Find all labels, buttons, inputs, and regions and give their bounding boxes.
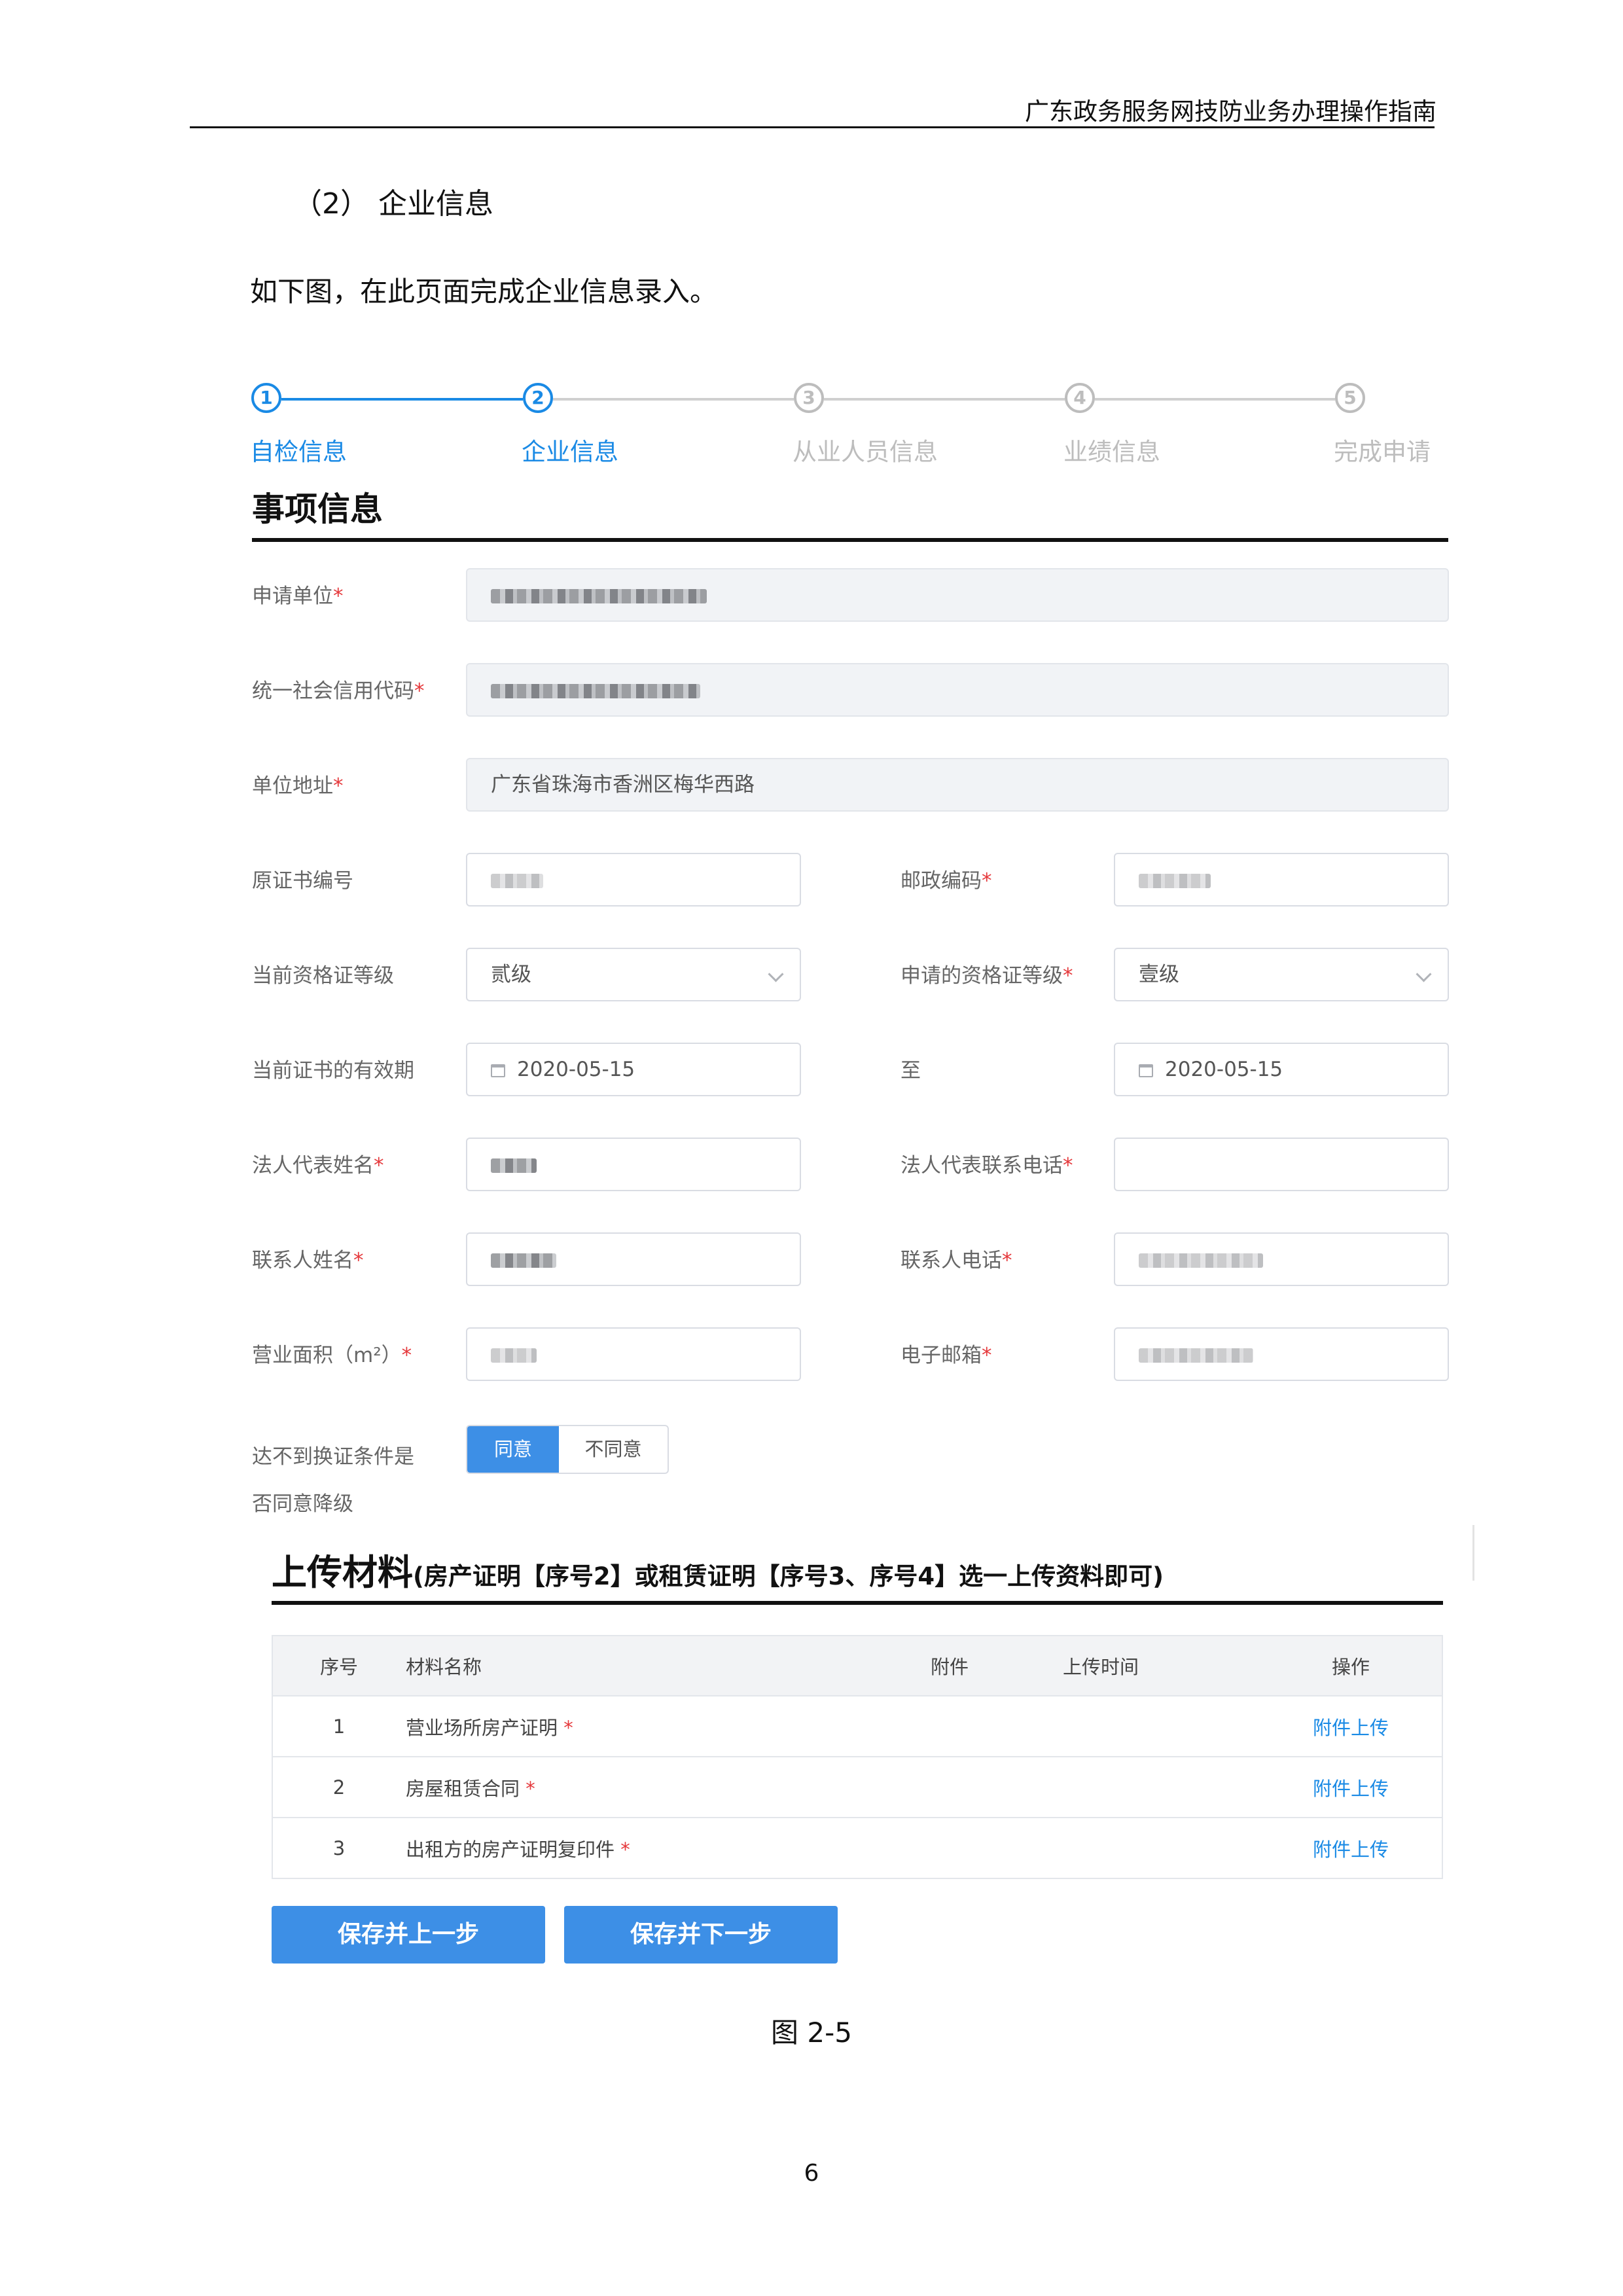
postal-code-label: 邮政编码* xyxy=(901,869,992,893)
credit-code-input[interactable] xyxy=(466,663,1449,717)
validity-start-date-input[interactable]: 2020-05-15 xyxy=(466,1043,801,1096)
validity-end-value: 2020-05-15 xyxy=(1165,1058,1283,1081)
calendar-icon xyxy=(491,1064,505,1077)
row-number: 1 xyxy=(332,1715,346,1738)
upload-section-divider xyxy=(272,1601,1443,1605)
material-name: 出租方的房产证明复印件 * xyxy=(406,1838,630,1861)
column-header-attachment: 附件 xyxy=(931,1656,969,1678)
email-input[interactable] xyxy=(1114,1327,1449,1381)
current-level-select[interactable]: 贰级 xyxy=(466,948,801,1001)
upload-time-cell xyxy=(1062,1696,1260,1757)
upload-attachment-link[interactable]: 附件上传 xyxy=(1313,1717,1389,1739)
step-5-circle: 5 xyxy=(1335,383,1365,413)
attachment-cell xyxy=(930,1818,1062,1878)
table-header-row: 序号 材料名称 附件 上传时间 操作 xyxy=(272,1636,1442,1696)
table-row: 2 房屋租赁合同 * 附件上传 xyxy=(272,1757,1442,1818)
save-and-next-button[interactable]: 保存并下一步 xyxy=(564,1906,838,1964)
legal-rep-phone-label: 法人代表联系电话* xyxy=(901,1154,1073,1177)
attachment-cell xyxy=(930,1696,1062,1757)
business-area-label: 营业面积（m²）* xyxy=(252,1344,412,1367)
applicant-unit-input[interactable] xyxy=(466,568,1449,622)
step-connector-4 xyxy=(1095,398,1335,401)
validity-to-label: 至 xyxy=(901,1059,921,1083)
step-1-circle: 1 xyxy=(251,383,281,413)
step-2-label: 企业信息 xyxy=(522,438,618,466)
header-divider xyxy=(190,126,1435,128)
materials-table: 序号 材料名称 附件 上传时间 操作 1 营业场所房产证明 * 附件上传 2 房… xyxy=(272,1635,1443,1879)
upload-attachment-link[interactable]: 附件上传 xyxy=(1313,1778,1389,1800)
step-1-label: 自检信息 xyxy=(250,438,347,466)
contact-phone-label: 联系人电话* xyxy=(901,1249,1012,1272)
applied-level-value: 壹级 xyxy=(1139,963,1179,986)
step-3-circle: 3 xyxy=(794,383,824,413)
step-connector-3 xyxy=(824,398,1065,401)
step-connector-1 xyxy=(281,398,523,401)
document-header: 广东政务服务网技防业务办理操作指南 xyxy=(1025,98,1436,126)
chevron-down-icon xyxy=(768,966,784,982)
column-header-name: 材料名称 xyxy=(406,1656,482,1678)
side-divider xyxy=(1472,1525,1474,1581)
chevron-down-icon xyxy=(1416,966,1432,982)
credit-code-label: 统一社会信用代码* xyxy=(252,679,425,703)
figure-caption: 图 2-5 xyxy=(771,2017,852,2049)
step-4-circle: 4 xyxy=(1065,383,1095,413)
row-number: 3 xyxy=(332,1837,346,1859)
form-section-divider xyxy=(252,538,1448,542)
row-number: 2 xyxy=(332,1776,346,1799)
applied-level-select[interactable]: 壹级 xyxy=(1114,948,1449,1001)
step-connector-2 xyxy=(553,398,794,401)
address-label: 单位地址* xyxy=(252,774,344,798)
step-4-label: 业绩信息 xyxy=(1063,438,1160,466)
table-row: 3 出租方的房产证明复印件 * 附件上传 xyxy=(272,1818,1442,1878)
form-section-title: 事项信息 xyxy=(252,490,383,528)
downgrade-label: 达不到换证条件是 否同意降级 xyxy=(252,1445,414,1516)
address-input[interactable]: 广东省珠海市香洲区梅华西路 xyxy=(466,758,1449,812)
attachment-cell xyxy=(930,1757,1062,1818)
save-and-prev-button[interactable]: 保存并上一步 xyxy=(272,1906,545,1964)
disagree-option[interactable]: 不同意 xyxy=(559,1426,668,1473)
address-value: 广东省珠海市香洲区梅华西路 xyxy=(491,773,755,797)
contact-name-label: 联系人姓名* xyxy=(252,1249,364,1272)
email-label: 电子邮箱* xyxy=(901,1344,992,1367)
agree-option[interactable]: 同意 xyxy=(467,1426,559,1473)
material-name: 营业场所房产证明 * xyxy=(406,1716,573,1739)
material-name: 房屋租赁合同 * xyxy=(406,1777,535,1800)
upload-attachment-link[interactable]: 附件上传 xyxy=(1313,1839,1389,1861)
column-header-no: 序号 xyxy=(319,1656,358,1678)
page-number: 6 xyxy=(804,2160,819,2187)
contact-phone-input[interactable] xyxy=(1114,1232,1449,1286)
legal-rep-phone-input[interactable] xyxy=(1114,1138,1449,1191)
calendar-icon xyxy=(1139,1064,1153,1077)
current-level-value: 贰级 xyxy=(491,963,531,986)
upload-section-title: 上传材料(房产证明【序号2】或租赁证明【序号3、序号4】选一上传资料即可) xyxy=(272,1552,1164,1593)
section-heading: （2） 企业信息 xyxy=(293,187,493,221)
upload-time-cell xyxy=(1062,1818,1260,1878)
legal-rep-name-label: 法人代表姓名* xyxy=(252,1154,384,1177)
orig-cert-no-label: 原证书编号 xyxy=(252,869,353,893)
validity-start-value: 2020-05-15 xyxy=(517,1058,635,1081)
column-header-upload-time: 上传时间 xyxy=(1063,1656,1139,1678)
upload-time-cell xyxy=(1062,1757,1260,1818)
orig-cert-no-input[interactable] xyxy=(466,853,801,906)
step-2-circle: 2 xyxy=(523,383,553,413)
validity-end-date-input[interactable]: 2020-05-15 xyxy=(1114,1043,1449,1096)
legal-rep-name-input[interactable] xyxy=(466,1138,801,1191)
step-3-label: 从业人员信息 xyxy=(793,438,938,466)
postal-code-input[interactable] xyxy=(1114,853,1449,906)
intro-paragraph: 如下图，在此页面完成企业信息录入。 xyxy=(250,276,718,308)
downgrade-toggle: 同意 不同意 xyxy=(466,1425,669,1474)
step-5-label: 完成申请 xyxy=(1334,438,1431,466)
applicant-unit-label: 申请单位* xyxy=(252,584,344,608)
contact-name-input[interactable] xyxy=(466,1232,801,1286)
validity-label: 当前证书的有效期 xyxy=(252,1059,414,1083)
column-header-action: 操作 xyxy=(1331,1656,1370,1678)
business-area-input[interactable] xyxy=(466,1327,801,1381)
table-row: 1 营业场所房产证明 * 附件上传 xyxy=(272,1696,1442,1757)
current-level-label: 当前资格证等级 xyxy=(252,964,394,988)
applied-level-label: 申请的资格证等级* xyxy=(901,964,1073,988)
